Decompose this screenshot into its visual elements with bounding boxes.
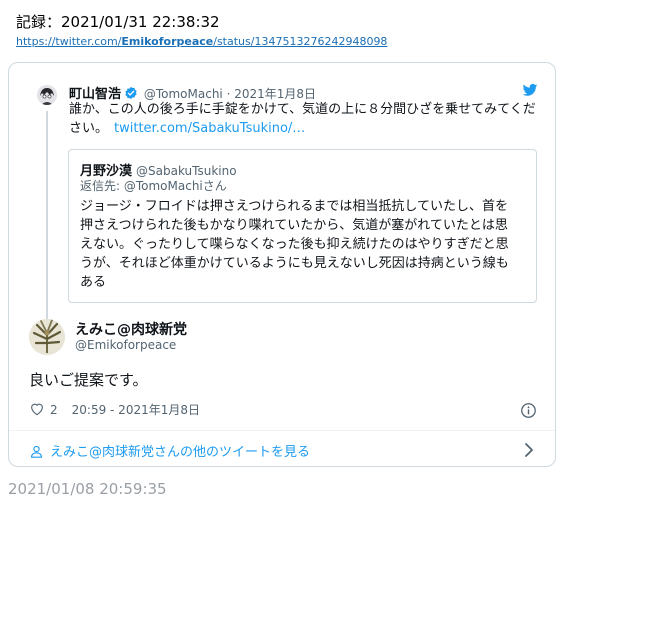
main-author-name[interactable]: えみこ@肉球新党: [75, 319, 187, 339]
url-prefix: https://twitter.com/: [16, 35, 122, 48]
nested-quote-text: ジョージ・フロイドは押さえつけられるまでは相当抵抗していたし、首を押さえつけられ…: [80, 199, 509, 290]
tweet-meta-row: 2 20:59 - 2021年1月8日: [29, 401, 200, 419]
url-user: Emikoforpeace: [121, 35, 214, 48]
main-author-avatar[interactable]: [29, 319, 65, 355]
thread-connector-line: [46, 111, 48, 319]
quoted-tweet-text: 誰か、この人の後ろ手に手錠をかけて、気道の上に８分間ひざを乗せてみてください。 t…: [69, 100, 539, 138]
info-icon[interactable]: [520, 402, 537, 419]
person-icon: [29, 444, 44, 463]
like-count[interactable]: 2: [50, 403, 58, 417]
quoted-author-avatar[interactable]: [37, 85, 57, 105]
quoted-tweet-date[interactable]: 2021年1月8日: [234, 87, 316, 101]
tweet-timestamp[interactable]: 20:59 - 2021年1月8日: [72, 403, 200, 417]
chevron-right-icon[interactable]: [523, 442, 535, 458]
archive-timestamp: 2021/01/08 20:59:35: [8, 480, 167, 498]
tweet-embed-card: 町山智浩 @TomoMachi · 2021年1月8日 誰か、この人の後ろ手に手…: [8, 62, 556, 467]
more-tweets-label: えみこ@肉球新党さんの他のツイートを見る: [50, 445, 311, 460]
card-divider: [9, 430, 555, 431]
heart-icon[interactable]: [29, 401, 45, 420]
url-suffix: /status/1347513276242948098: [213, 35, 388, 48]
tweet-url-link[interactable]: https://twitter.com/Emikoforpeace/status…: [16, 35, 387, 48]
more-tweets-link[interactable]: えみこ@肉球新党さんの他のツイートを見る: [29, 441, 311, 460]
twitter-bird-icon[interactable]: [522, 82, 538, 98]
main-tweet-text: 良いご提案です。: [29, 371, 148, 389]
nested-author-handle: @SabakuTsukino: [136, 164, 237, 178]
header-separator: ·: [226, 87, 231, 101]
nested-reply-to: 返信先: @TomoMachiさん: [80, 179, 227, 193]
record-timestamp: 記録：2021/01/31 22:38:32: [16, 13, 220, 31]
quoted-author-handle[interactable]: @TomoMachi: [144, 87, 223, 101]
quoted-tweet-link[interactable]: twitter.com/SabakuTsukino/…: [114, 121, 305, 136]
nested-quote-card[interactable]: 月野沙漠 @SabakuTsukino 返信先: @TomoMachiさん ジョー…: [68, 149, 537, 303]
main-author-handle[interactable]: @Emikoforpeace: [75, 338, 176, 352]
